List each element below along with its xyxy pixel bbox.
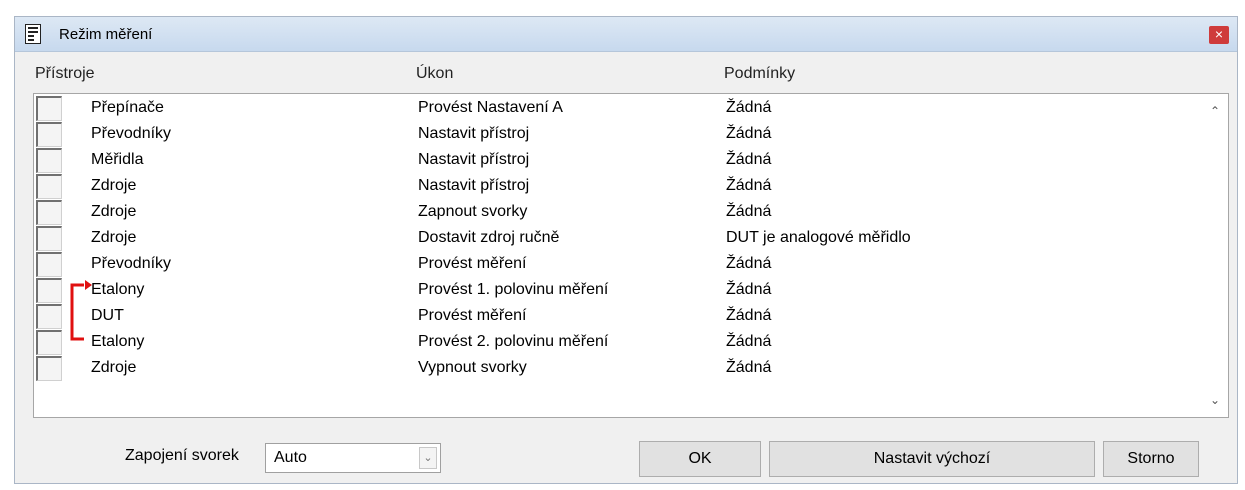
- row-instrument: Zdroje: [91, 229, 137, 246]
- close-icon: ×: [1214, 26, 1224, 42]
- set-default-button[interactable]: Nastavit výchozí: [769, 441, 1095, 477]
- scroll-up-icon[interactable]: ⌃: [1208, 104, 1222, 118]
- row-checkbox[interactable]: [36, 226, 62, 251]
- row-action: Provést měření: [418, 255, 527, 272]
- row-action: Provést měření: [418, 307, 527, 324]
- row-checkbox[interactable]: [36, 330, 62, 355]
- steps-list[interactable]: Přepínače Provést Nastavení A Žádná Převodn…: [33, 93, 1229, 418]
- list-row[interactable]: DUT Provést měření Žádná: [34, 304, 1204, 330]
- column-header-conditions: Podmínky: [724, 65, 796, 82]
- row-condition: Žádná: [726, 177, 772, 194]
- list-row[interactable]: Převodníky Provést měření Žádná: [34, 252, 1204, 278]
- row-instrument: Zdroje: [91, 359, 137, 376]
- scroll-down-icon[interactable]: ⌄: [1208, 393, 1222, 407]
- row-condition: Žádná: [726, 307, 772, 324]
- terminals-select-value: Auto: [274, 449, 307, 466]
- row-action: Nastavit přístroj: [418, 177, 530, 194]
- row-condition: Žádná: [726, 125, 772, 142]
- row-instrument: Etalony: [91, 281, 145, 298]
- list-row[interactable]: Zdroje Zapnout svorky Žádná: [34, 200, 1204, 226]
- list-row[interactable]: Měřidla Nastavit přístroj Žádná: [34, 148, 1204, 174]
- list-row[interactable]: Zdroje Dostavit zdroj ručně DUT je analogo…: [34, 226, 1204, 252]
- row-instrument: Převodníky: [91, 255, 172, 272]
- row-action: Nastavit přístroj: [418, 125, 530, 142]
- row-checkbox[interactable]: [36, 356, 62, 381]
- row-instrument: Přepínače: [91, 99, 164, 116]
- row-condition: Žádná: [726, 359, 772, 376]
- row-action: Provést 1. polovinu měření: [418, 281, 609, 298]
- close-button[interactable]: ×: [1209, 26, 1229, 44]
- list-row[interactable]: Etalony Provést 1. polovinu měření Žádná: [34, 278, 1204, 304]
- row-checkbox[interactable]: [36, 252, 62, 277]
- window-title: Režim měření: [59, 26, 153, 43]
- row-action: Nastavit přístroj: [418, 151, 530, 168]
- row-instrument: Měřidla: [91, 151, 144, 168]
- row-condition: Žádná: [726, 99, 772, 116]
- row-instrument: Etalony: [91, 333, 145, 350]
- row-checkbox[interactable]: [36, 96, 62, 121]
- row-action: Zapnout svorky: [418, 203, 528, 220]
- column-header-action: Úkon: [416, 65, 454, 82]
- row-action: Provést 2. polovinu měření: [418, 333, 609, 350]
- chevron-down-icon[interactable]: ⌄: [419, 447, 437, 469]
- column-header-instruments: Přístroje: [35, 65, 95, 82]
- row-condition: Žádná: [726, 333, 772, 350]
- row-checkbox[interactable]: [36, 122, 62, 147]
- row-instrument: DUT: [91, 307, 124, 324]
- list-row[interactable]: Zdroje Vypnout svorky Žádná: [34, 356, 1204, 382]
- row-checkbox[interactable]: [36, 174, 62, 199]
- row-condition: Žádná: [726, 255, 772, 272]
- list-row[interactable]: Etalony Provést 2. polovinu měření Žádná: [34, 330, 1204, 356]
- terminals-select[interactable]: Auto ⌄: [265, 443, 441, 473]
- cancel-button[interactable]: Storno: [1103, 441, 1199, 477]
- row-action: Dostavit zdroj ručně: [418, 229, 560, 246]
- row-instrument: Zdroje: [91, 203, 137, 220]
- row-checkbox[interactable]: [36, 148, 62, 173]
- title-bar: Režim měření ×: [15, 17, 1237, 52]
- row-condition: Žádná: [726, 281, 772, 298]
- row-action: Vypnout svorky: [418, 359, 527, 376]
- row-condition: Žádná: [726, 151, 772, 168]
- list-row[interactable]: Přepínače Provést Nastavení A Žádná: [34, 96, 1204, 122]
- row-checkbox[interactable]: [36, 200, 62, 225]
- row-condition: DUT je analogové měřidlo: [726, 229, 911, 246]
- row-action: Provést Nastavení A: [418, 99, 563, 116]
- app-icon: [25, 24, 41, 44]
- row-checkbox[interactable]: [36, 278, 62, 303]
- list-row[interactable]: Převodníky Nastavit přístroj Žádná: [34, 122, 1204, 148]
- row-instrument: Převodníky: [91, 125, 172, 142]
- row-condition: Žádná: [726, 203, 772, 220]
- measurement-mode-dialog: Režim měření × Přístroje Úkon Podmínky P…: [14, 16, 1238, 484]
- ok-button[interactable]: OK: [639, 441, 761, 477]
- terminals-label: Zapojení svorek: [125, 447, 239, 464]
- list-row[interactable]: Zdroje Nastavit přístroj Žádná: [34, 174, 1204, 200]
- row-instrument: Zdroje: [91, 177, 137, 194]
- row-checkbox[interactable]: [36, 304, 62, 329]
